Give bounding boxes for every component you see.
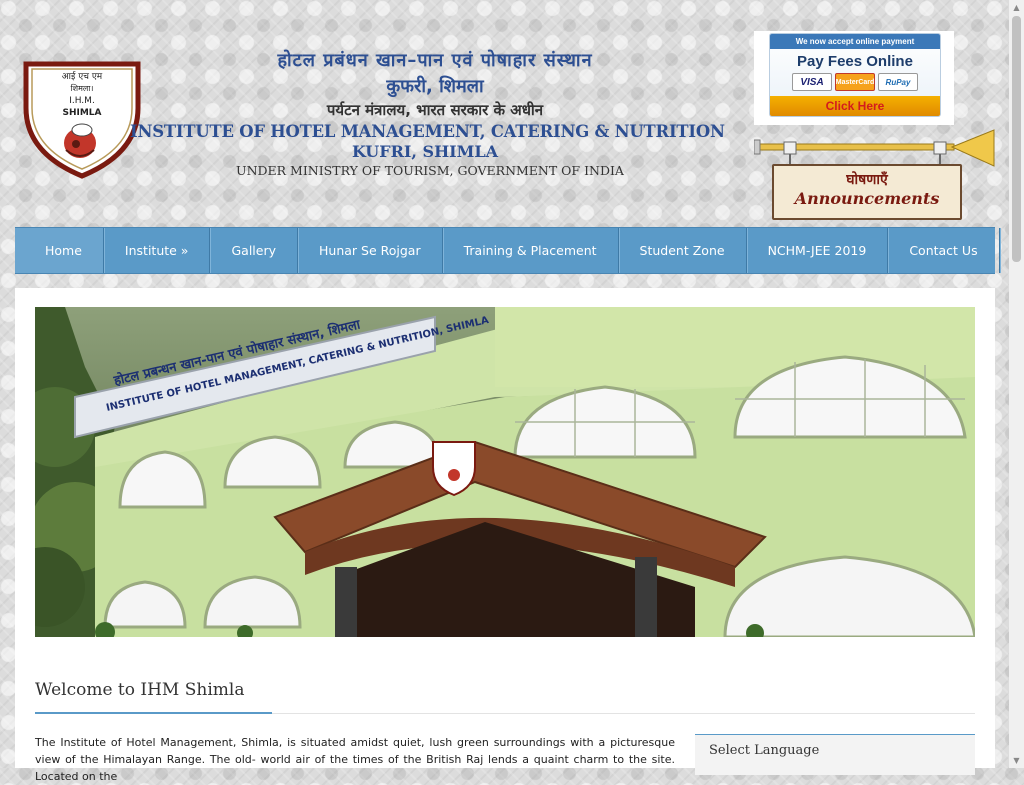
pay-banner-title: Pay Fees Online: [797, 53, 913, 70]
english-location: KUFRI, SHIMLA: [351, 142, 499, 161]
welcome-heading: Welcome to IHM Shimla: [35, 680, 245, 700]
nav-gallery[interactable]: Gallery: [210, 228, 298, 273]
main-content: होटल प्रबन्धन खान-पान एवं पोषाहार संस्था…: [15, 288, 995, 783]
announcement-board[interactable]: घोषणाएँ Announcements: [772, 164, 962, 220]
english-title: INSTITUTE OF HOTEL MANAGEMENT, CATERING …: [130, 122, 725, 141]
nav-home[interactable]: Home: [15, 228, 104, 273]
announcement-hindi: घोषणाएँ: [846, 172, 888, 188]
trumpet-icon: [754, 129, 995, 167]
scrollbar-thumb[interactable]: [1012, 16, 1021, 262]
nav-training-placement[interactable]: Training & Placement: [443, 228, 619, 273]
scroll-down-arrow-icon[interactable]: ▼: [1009, 753, 1024, 768]
scroll-up-arrow-icon[interactable]: ▲: [1009, 0, 1024, 15]
institute-header: होटल प्रबंधन खान–पान एवं पोषाहार संस्थान…: [130, 48, 725, 178]
language-selector-widget[interactable]: Select Language: [695, 734, 975, 775]
nav-student-zone[interactable]: Student Zone: [619, 228, 747, 273]
announcements-banner[interactable]: घोषणाएँ Announcements: [754, 128, 996, 220]
rupay-card-icon: RuPay: [878, 73, 918, 91]
hero-building-photo: होटल प्रबन्धन खान-पान एवं पोषाहार संस्था…: [35, 307, 975, 637]
nav-nchm-jee[interactable]: NCHM-JEE 2019: [747, 228, 889, 273]
main-navbar: Home Institute » Gallery Hunar Se Rojgar…: [15, 227, 1000, 274]
page-scrollbar[interactable]: ▲ ▼: [1009, 0, 1024, 768]
pay-banner-top-text: We now accept online payment: [770, 34, 940, 49]
visa-card-icon: VISA: [792, 73, 832, 91]
heading-accent-line: [35, 712, 272, 714]
logo-line-2: शिमला।: [71, 83, 94, 93]
hindi-title: होटल प्रबंधन खान–पान एवं पोषाहार संस्थान: [277, 50, 593, 71]
pay-click-here-button[interactable]: Click Here: [770, 96, 940, 116]
logo-line-3: I.H.M.: [69, 96, 95, 106]
payment-cards: VISA MasterCard RuPay: [770, 73, 940, 91]
nav-hunar-se-rojgar[interactable]: Hunar Se Rojgar: [298, 228, 443, 273]
hindi-location: कुफरी, शिमला: [386, 76, 484, 97]
nav-contact-us[interactable]: Contact Us: [888, 228, 1000, 273]
english-ministry: UNDER MINISTRY OF TOURISM, GOVERNMENT OF…: [236, 163, 624, 178]
logo-line-1: आई एच एम: [62, 70, 103, 82]
institute-logo[interactable]: आई एच एम शिमला। I.H.M. SHIMLA: [22, 58, 142, 180]
hindi-ministry: पर्यटन मंत्रालय, भारत सरकार के अधीन: [326, 101, 544, 119]
select-language-label: Select Language: [709, 743, 820, 758]
nav-institute[interactable]: Institute »: [104, 228, 211, 273]
welcome-intro-text: The Institute of Hotel Management, Shiml…: [35, 736, 675, 783]
logo-line-4: SHIMLA: [62, 108, 101, 118]
announcement-english: Announcements: [794, 189, 940, 208]
mastercard-icon: MasterCard: [835, 73, 875, 91]
pay-fees-online-banner[interactable]: We now accept online payment Pay Fees On…: [754, 31, 954, 125]
